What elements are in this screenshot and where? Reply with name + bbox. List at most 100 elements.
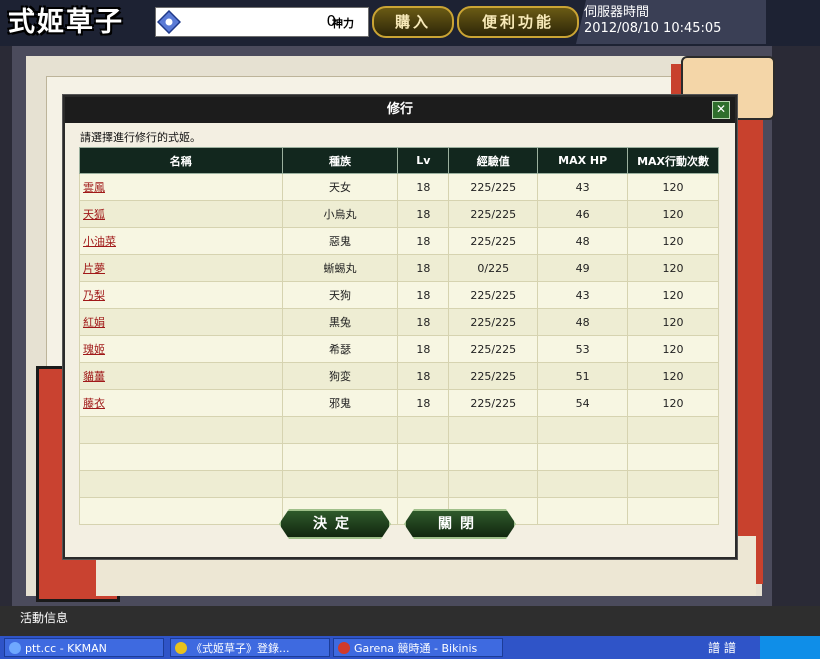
- table-cell-actions: 120: [627, 362, 719, 390]
- empty-cell: [537, 470, 629, 498]
- instruction-text: 請選擇進行修行的式姬。: [80, 131, 201, 144]
- table-cell-exp: 225/225: [448, 389, 539, 417]
- table-cell-actions: 120: [627, 254, 719, 282]
- shikigami-name-link[interactable]: 片夢: [83, 262, 105, 275]
- shikigami-name-link[interactable]: 紅娟: [83, 316, 105, 329]
- table-row[interactable]: 紅娟 黒兔 18 225/225 48 120: [79, 308, 719, 336]
- empty-cell: [627, 443, 719, 471]
- table-cell-lv: 18: [397, 362, 450, 390]
- server-time: 伺服器時間 2012/08/10 10:45:05: [576, 0, 766, 44]
- shinryoku-display: 0 神力: [155, 7, 369, 37]
- table-cell-exp: 225/225: [448, 200, 539, 228]
- table-cell-race: 惡鬼: [281, 227, 399, 255]
- shikigami-name-link[interactable]: 小油菜: [83, 235, 116, 248]
- shikigami-name-link[interactable]: 貓薑: [83, 370, 105, 383]
- shikigami-name-link[interactable]: 藤衣: [83, 397, 105, 410]
- table-row[interactable]: 天狐 小烏丸 18 225/225 46 120: [79, 200, 719, 228]
- empty-cell: [281, 470, 399, 498]
- empty-cell: [281, 416, 399, 444]
- empty-cell: [448, 416, 539, 444]
- table-cell-name: 瑰姬: [79, 335, 283, 363]
- dialog-title: 修行: [65, 97, 735, 123]
- table-cell-name: 乃梨: [79, 281, 283, 309]
- shinryoku-value: 0: [326, 12, 336, 30]
- table-cell-lv: 18: [397, 254, 450, 282]
- table-row[interactable]: 片夢 蜥蜴丸 18 0/225 49 120: [79, 254, 719, 282]
- buy-button[interactable]: 購入: [372, 6, 454, 38]
- table-cell-name: 片夢: [79, 254, 283, 282]
- table-cell-name: 雲鳳: [79, 173, 283, 201]
- column-header-exp: 經驗值: [448, 147, 539, 174]
- shikigami-table: 名稱 種族 Lv 經驗值 MAX HP MAX行動次數 雲鳳 天女 18 225/22…: [79, 147, 719, 525]
- table-cell-name: 紅娟: [79, 308, 283, 336]
- taskbar-item-chrome[interactable]: 《式姬草子》登錄...: [170, 638, 330, 657]
- empty-table-row: [79, 497, 719, 525]
- empty-cell: [448, 470, 539, 498]
- taskbar-item-garena[interactable]: Garena 競時通 - Bikinis: [333, 638, 503, 657]
- close-icon[interactable]: ✕: [712, 101, 730, 119]
- table-cell-name: 天狐: [79, 200, 283, 228]
- empty-cell: [397, 416, 450, 444]
- bottom-area: [0, 606, 820, 636]
- ime-indicator[interactable]: 譜 譜: [708, 639, 736, 656]
- empty-cell: [537, 497, 629, 525]
- table-row[interactable]: 貓薑 狗変 18 225/225 51 120: [79, 362, 719, 390]
- column-header-name: 名稱: [79, 147, 283, 174]
- empty-cell: [627, 416, 719, 444]
- table-cell-hp: 48: [537, 227, 629, 255]
- shikigami-name-link[interactable]: 雲鳳: [83, 181, 105, 194]
- table-cell-lv: 18: [397, 389, 450, 417]
- table-cell-race: 狗変: [281, 362, 399, 390]
- close-button[interactable]: 關閉: [404, 509, 516, 539]
- game-logo: 式姬草子: [8, 7, 124, 38]
- table-cell-lv: 18: [397, 281, 450, 309]
- empty-cell: [79, 416, 283, 444]
- table-cell-race: 邪鬼: [281, 389, 399, 417]
- empty-cell: [281, 443, 399, 471]
- column-header-max-hp: MAX HP: [537, 147, 629, 174]
- chrome-icon: [175, 642, 187, 654]
- table-row[interactable]: 藤衣 邪鬼 18 225/225 54 120: [79, 389, 719, 417]
- table-cell-actions: 120: [627, 173, 719, 201]
- empty-cell: [79, 470, 283, 498]
- table-cell-exp: 225/225: [448, 281, 539, 309]
- shikigami-name-link[interactable]: 天狐: [83, 208, 105, 221]
- table-row[interactable]: 雲鳳 天女 18 225/225 43 120: [79, 173, 719, 201]
- table-cell-race: 天女: [281, 173, 399, 201]
- table-cell-race: 天狗: [281, 281, 399, 309]
- table-header-row: 名稱 種族 Lv 經驗值 MAX HP MAX行動次數: [79, 147, 719, 174]
- empty-cell: [448, 443, 539, 471]
- empty-table-row: [79, 416, 719, 444]
- shinryoku-icon: [157, 10, 181, 34]
- taskbar: ptt.cc - KKMAN 《式姬草子》登錄... Garena 競時通 - …: [0, 636, 820, 659]
- shikigami-name-link[interactable]: 瑰姬: [83, 343, 105, 356]
- empty-table-row: [79, 443, 719, 471]
- table-cell-actions: 120: [627, 227, 719, 255]
- table-cell-race: 黒兔: [281, 308, 399, 336]
- table-cell-hp: 46: [537, 200, 629, 228]
- convenience-button[interactable]: 便利功能: [457, 6, 579, 38]
- table-cell-exp: 225/225: [448, 308, 539, 336]
- table-cell-exp: 225/225: [448, 335, 539, 363]
- decide-button[interactable]: 決定: [279, 509, 391, 539]
- empty-cell: [79, 497, 283, 525]
- table-cell-hp: 54: [537, 389, 629, 417]
- server-time-label: 伺服器時間: [584, 5, 650, 20]
- table-cell-lv: 18: [397, 200, 450, 228]
- browser-icon: [9, 642, 21, 654]
- shikigami-name-link[interactable]: 乃梨: [83, 289, 105, 302]
- table-cell-exp: 225/225: [448, 173, 539, 201]
- table-row[interactable]: 乃梨 天狗 18 225/225 43 120: [79, 281, 719, 309]
- table-body: 雲鳳 天女 18 225/225 43 120 天狐 小烏丸 18 225/225 46 120 小油菜…: [79, 173, 719, 525]
- table-cell-name: 小油菜: [79, 227, 283, 255]
- table-cell-actions: 120: [627, 335, 719, 363]
- table-row[interactable]: 瑰姬 希瑟 18 225/225 53 120: [79, 335, 719, 363]
- table-row[interactable]: 小油菜 惡鬼 18 225/225 48 120: [79, 227, 719, 255]
- table-cell-hp: 43: [537, 281, 629, 309]
- server-time-value: 2012/08/10 10:45:05: [584, 21, 722, 36]
- training-dialog: 修行 ✕ 請選擇進行修行的式姬。 名稱 種族 Lv 經驗值 MAX HP MAX…: [63, 95, 737, 559]
- table-cell-hp: 51: [537, 362, 629, 390]
- empty-cell: [79, 443, 283, 471]
- taskbar-item-kkman[interactable]: ptt.cc - KKMAN: [4, 638, 164, 657]
- empty-cell: [397, 470, 450, 498]
